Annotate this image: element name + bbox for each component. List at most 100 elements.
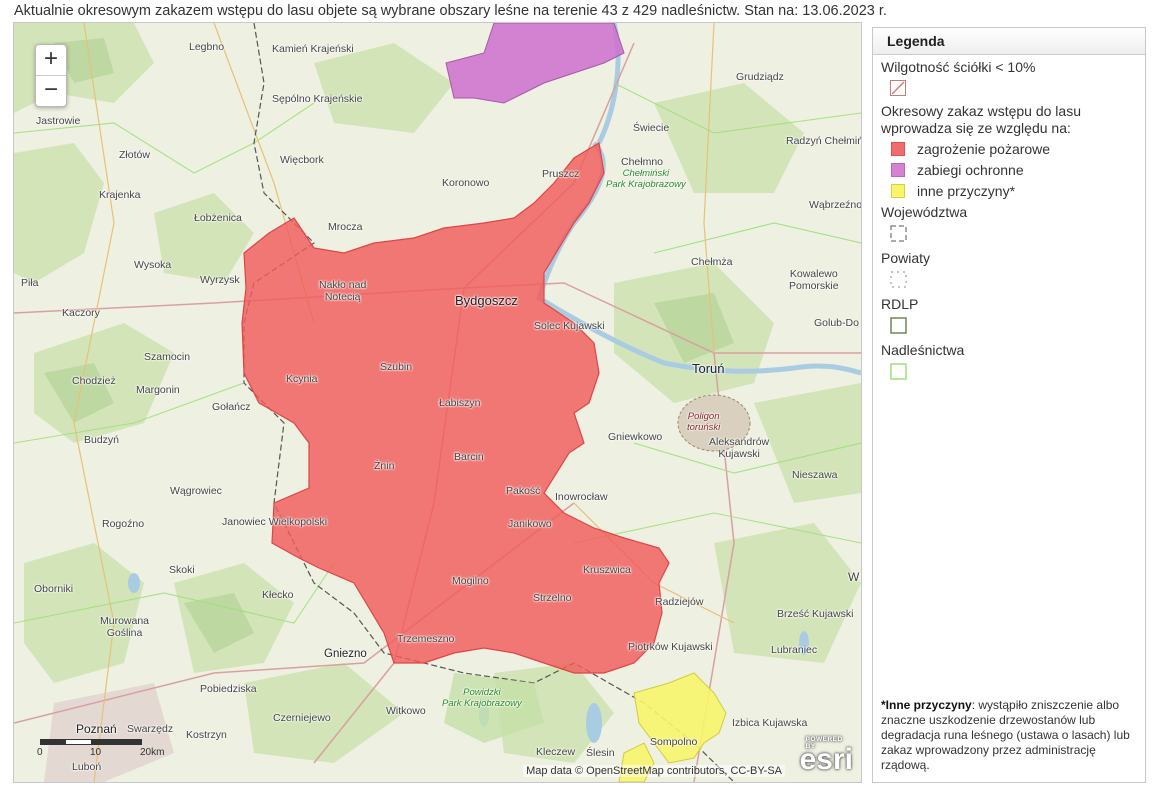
place-label: Chełmża (691, 256, 733, 268)
place-label: Jastrowie (36, 115, 81, 127)
scale-label: 0 (37, 747, 43, 758)
place-label: Nieszawa (792, 469, 838, 481)
place-label: Chodzież (72, 375, 116, 387)
place-label: Szubin (380, 361, 413, 373)
place-label: Oborniki (34, 583, 74, 595)
moisture-hatch-icon (890, 80, 1137, 99)
place-label: Wysoka (134, 259, 172, 271)
legend-item-label: inne przyczyny* (917, 183, 1016, 199)
place-label: Kaczory (62, 307, 100, 319)
place-label: Kostrzyn (186, 729, 227, 741)
place-label: Więcbork (280, 154, 324, 166)
county-border-icon (890, 271, 1137, 292)
header-status-text: Aktualnie okresowym zakazem wstępu do la… (14, 3, 887, 19)
place-label: Złotów (119, 149, 150, 161)
place-label: Radziejów (655, 596, 704, 608)
place-label: Kamień Krajeński (272, 43, 354, 55)
place-label: Wyrzysk (200, 274, 240, 286)
place-label: Pakość (506, 485, 541, 497)
legend-districts-label: Nadleśnictwa (881, 342, 965, 358)
scale-label: 10 (90, 747, 102, 758)
legend-moisture-label: Wilgotność ściółki < 10% (881, 59, 1036, 75)
place-label: Świecie (633, 122, 670, 134)
place-label: Kcynia (286, 373, 318, 385)
military-area-label: Poligon toruński (687, 411, 721, 433)
legend-item-label: zabiegi ochronne (917, 162, 1024, 178)
city-label: Toruń (692, 361, 725, 376)
scale-label: 20km (140, 747, 165, 758)
place-label: Sępólno Krajeńskie (272, 93, 363, 105)
place-label: Golub-Do (814, 317, 859, 329)
place-label: Piła (21, 277, 39, 289)
place-label: Pruszcz (542, 168, 580, 180)
place-label: Margonin (136, 384, 180, 396)
place-label: Gniezno (324, 648, 367, 660)
place-label: Gołańcz (212, 401, 251, 413)
map-view[interactable]: + − Legbno Kamień Krajeński Sępólno Kraj… (13, 22, 862, 783)
zoom-in-button[interactable]: + (36, 45, 66, 75)
place-label: Rogoźno (102, 518, 145, 530)
place-label: Solec Kujawski (534, 320, 605, 332)
scale-bar: 0 10 20km (37, 735, 164, 759)
city-label: Bydgoszcz (455, 293, 518, 308)
place-label: Mogilno (452, 575, 489, 587)
place-label: Legbno (189, 41, 225, 53)
city-label: Poznań (76, 722, 117, 736)
place-label: Skoki (169, 564, 195, 576)
place-label: Wąbrzeźno (809, 199, 862, 211)
place-label: Grudziądz (736, 71, 784, 83)
place-label: Kłecko (262, 589, 294, 601)
map-base-layer (14, 23, 861, 782)
place-label: Koronowo (442, 177, 490, 189)
district-border-icon (890, 363, 1137, 384)
place-label: Wągrowiec (170, 485, 222, 497)
zoom-controls: + − (35, 44, 67, 107)
legend-title: Legenda (873, 28, 1145, 55)
place-label: Brześć Kujawski (777, 608, 854, 620)
place-label: Strzelno (533, 592, 572, 604)
place-label: Łabiszyn (439, 397, 481, 409)
place-label: Sompolno (650, 736, 698, 748)
place-label: Żnin (374, 460, 395, 472)
place-label: W (848, 570, 860, 584)
protection-swatch-icon (891, 163, 905, 177)
map-attribution: Map data © OpenStreetMap contributors, C… (523, 765, 785, 777)
place-label: Łobżenica (194, 212, 242, 224)
place-label: Inowrocław (555, 491, 608, 503)
place-label: Janikowo (508, 518, 552, 530)
place-label: Barcin (454, 451, 484, 463)
place-label: Trzemeszno (397, 633, 455, 645)
legend-item-fire: zagrożenie pożarowe (891, 140, 1137, 158)
place-label: Luboń (72, 761, 102, 773)
place-label: Aleksandrów Kujawski (709, 436, 770, 460)
place-label: Ślesin (586, 747, 615, 759)
place-label: Szamocin (144, 351, 191, 363)
place-label: Nakło nad Notecią (319, 279, 367, 303)
other-reasons-swatch-icon (891, 184, 905, 198)
legend-item-protection: zabiegi ochronne (891, 161, 1137, 179)
legend-counties-label: Powiaty (881, 250, 931, 266)
place-label: Mrocza (328, 221, 363, 233)
fire-hazard-swatch-icon (891, 142, 905, 156)
place-label: Janowiec Wielkopolski (222, 516, 328, 528)
voivodeship-border-icon (890, 225, 1137, 246)
place-label: Kowalewo Pomorskie (789, 268, 839, 292)
place-label: Czerniejewo (273, 712, 331, 724)
place-label: Swarzędz (127, 723, 174, 735)
legend-ban-intro: Okresowy zakaz wstępu do lasu wprowadza … (881, 103, 1081, 136)
legend-panel: Legenda Wilgotność ściółki < 10% Okresow… (872, 27, 1146, 783)
zoom-out-button[interactable]: − (36, 75, 66, 106)
park-label: Powidzki Park Krajobrazowy (442, 687, 522, 709)
legend-item-other: inne przyczyny* (891, 182, 1137, 200)
place-label: Witkowo (386, 705, 426, 717)
esri-powered-label: POWERED BY (805, 736, 843, 750)
place-label: Pobiedziska (200, 683, 257, 695)
place-label: Izbica Kujawska (732, 717, 808, 729)
place-label: Budzyń (84, 434, 120, 446)
legend-footnote: *Inne przyczyny: wystąpiło zniszczenie a… (881, 698, 1139, 773)
legend-rdlp-label: RDLP (881, 296, 919, 312)
esri-logo: POWERED BY esri (800, 736, 853, 777)
rdlp-border-icon (890, 317, 1137, 338)
park-label: Chełmiński Park Krajobrazowy (606, 168, 686, 190)
place-label: Kruszwica (583, 564, 631, 576)
